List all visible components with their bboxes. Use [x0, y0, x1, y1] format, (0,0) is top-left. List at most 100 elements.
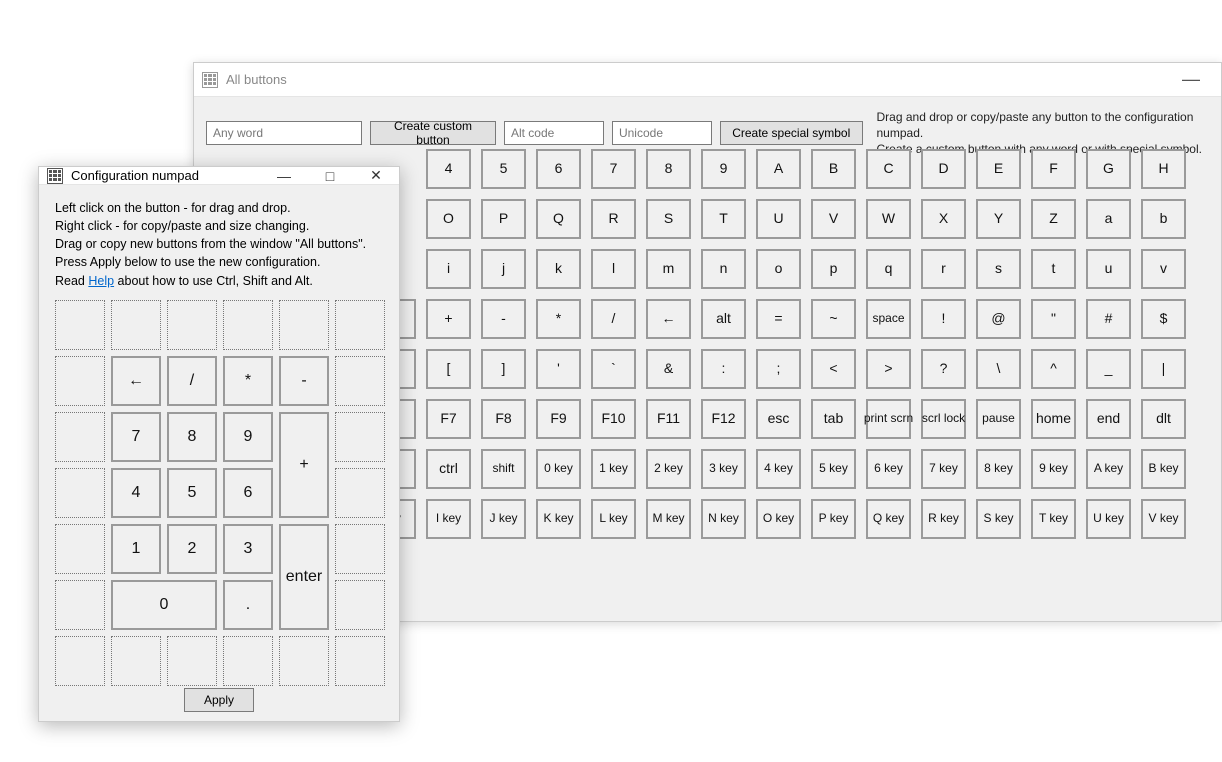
- key-button[interactable]: 4 key: [756, 449, 801, 489]
- key-button[interactable]: alt: [701, 299, 746, 339]
- key-button[interactable]: A: [756, 149, 801, 189]
- key-button[interactable]: F9: [536, 399, 581, 439]
- key-button[interactable]: X: [921, 199, 966, 239]
- key-button[interactable]: [: [426, 349, 471, 389]
- key-button[interactable]: F8: [481, 399, 526, 439]
- key-button[interactable]: U: [756, 199, 801, 239]
- key-button[interactable]: ': [536, 349, 581, 389]
- key-button[interactable]: r: [921, 249, 966, 289]
- numpad-4[interactable]: 4: [111, 468, 161, 518]
- numpad-1[interactable]: 1: [111, 524, 161, 574]
- key-button[interactable]: +: [426, 299, 471, 339]
- drop-slot[interactable]: [223, 636, 273, 686]
- numpad-7[interactable]: 7: [111, 412, 161, 462]
- key-button[interactable]: k: [536, 249, 581, 289]
- key-button[interactable]: 8: [646, 149, 691, 189]
- key-button[interactable]: 3 key: [701, 449, 746, 489]
- drop-slot[interactable]: [55, 636, 105, 686]
- key-button[interactable]: $: [1141, 299, 1186, 339]
- drop-slot[interactable]: [55, 580, 105, 630]
- key-button[interactable]: S key: [976, 499, 1021, 539]
- key-button[interactable]: 1 key: [591, 449, 636, 489]
- key-button[interactable]: V key: [1141, 499, 1186, 539]
- key-button[interactable]: W: [866, 199, 911, 239]
- key-button[interactable]: @: [976, 299, 1021, 339]
- key-button[interactable]: 5: [481, 149, 526, 189]
- key-button[interactable]: /: [591, 299, 636, 339]
- key-button[interactable]: E: [976, 149, 1021, 189]
- key-button[interactable]: <: [811, 349, 856, 389]
- key-button[interactable]: |: [1141, 349, 1186, 389]
- key-button[interactable]: 9: [701, 149, 746, 189]
- numpad-add[interactable]: +: [279, 412, 329, 518]
- key-button[interactable]: >: [866, 349, 911, 389]
- drop-slot[interactable]: [335, 356, 385, 406]
- key-button[interactable]: esc: [756, 399, 801, 439]
- key-button[interactable]: t: [1031, 249, 1076, 289]
- key-button[interactable]: ]: [481, 349, 526, 389]
- key-button[interactable]: T: [701, 199, 746, 239]
- key-button[interactable]: l: [591, 249, 636, 289]
- key-button[interactable]: P: [481, 199, 526, 239]
- key-button[interactable]: b: [1141, 199, 1186, 239]
- key-button[interactable]: 9 key: [1031, 449, 1076, 489]
- key-button[interactable]: ;: [756, 349, 801, 389]
- key-button[interactable]: dlt: [1141, 399, 1186, 439]
- key-button[interactable]: ": [1031, 299, 1076, 339]
- drop-slot[interactable]: [279, 300, 329, 350]
- key-button[interactable]: print scrn: [866, 399, 911, 439]
- key-button[interactable]: space: [866, 299, 911, 339]
- any-word-input[interactable]: [206, 121, 362, 145]
- drop-slot[interactable]: [335, 636, 385, 686]
- key-button[interactable]: Z: [1031, 199, 1076, 239]
- numpad-3[interactable]: 3: [223, 524, 273, 574]
- numpad-layout[interactable]: ←/*-789+456123enter0.: [55, 300, 395, 676]
- key-button[interactable]: Q key: [866, 499, 911, 539]
- numpad-backspace[interactable]: ←: [111, 356, 161, 406]
- key-button[interactable]: O key: [756, 499, 801, 539]
- config-titlebar[interactable]: Configuration numpad — □ ✕: [39, 167, 399, 185]
- drop-slot[interactable]: [335, 468, 385, 518]
- key-button[interactable]: H: [1141, 149, 1186, 189]
- key-button[interactable]: scrl lock: [921, 399, 966, 439]
- key-button[interactable]: T key: [1031, 499, 1076, 539]
- key-button[interactable]: 6 key: [866, 449, 911, 489]
- key-button[interactable]: F7: [426, 399, 471, 439]
- numpad-8[interactable]: 8: [167, 412, 217, 462]
- key-button[interactable]: V: [811, 199, 856, 239]
- key-button[interactable]: F11: [646, 399, 691, 439]
- drop-slot[interactable]: [55, 412, 105, 462]
- key-button[interactable]: K key: [536, 499, 581, 539]
- drop-slot[interactable]: [167, 300, 217, 350]
- key-button[interactable]: pause: [976, 399, 1021, 439]
- key-button[interactable]: shift: [481, 449, 526, 489]
- key-button[interactable]: &: [646, 349, 691, 389]
- key-button[interactable]: tab: [811, 399, 856, 439]
- alt-code-input[interactable]: [504, 121, 604, 145]
- key-button[interactable]: O: [426, 199, 471, 239]
- numpad-multiply[interactable]: *: [223, 356, 273, 406]
- key-button[interactable]: B: [811, 149, 856, 189]
- key-button[interactable]: 2 key: [646, 449, 691, 489]
- all-buttons-titlebar[interactable]: All buttons —: [194, 63, 1221, 97]
- drop-slot[interactable]: [55, 468, 105, 518]
- key-button[interactable]: F: [1031, 149, 1076, 189]
- drop-slot[interactable]: [55, 300, 105, 350]
- key-button[interactable]: 7 key: [921, 449, 966, 489]
- key-button[interactable]: end: [1086, 399, 1131, 439]
- key-button[interactable]: L key: [591, 499, 636, 539]
- key-button[interactable]: Y: [976, 199, 1021, 239]
- drop-slot[interactable]: [55, 356, 105, 406]
- numpad-decimal[interactable]: .: [223, 580, 273, 630]
- key-button[interactable]: B key: [1141, 449, 1186, 489]
- key-button[interactable]: ctrl: [426, 449, 471, 489]
- drop-slot[interactable]: [335, 524, 385, 574]
- key-button[interactable]: C: [866, 149, 911, 189]
- key-button[interactable]: I key: [426, 499, 471, 539]
- key-button[interactable]: u: [1086, 249, 1131, 289]
- key-button[interactable]: =: [756, 299, 801, 339]
- numpad-6[interactable]: 6: [223, 468, 273, 518]
- key-button[interactable]: home: [1031, 399, 1076, 439]
- key-button[interactable]: `: [591, 349, 636, 389]
- key-button[interactable]: R: [591, 199, 636, 239]
